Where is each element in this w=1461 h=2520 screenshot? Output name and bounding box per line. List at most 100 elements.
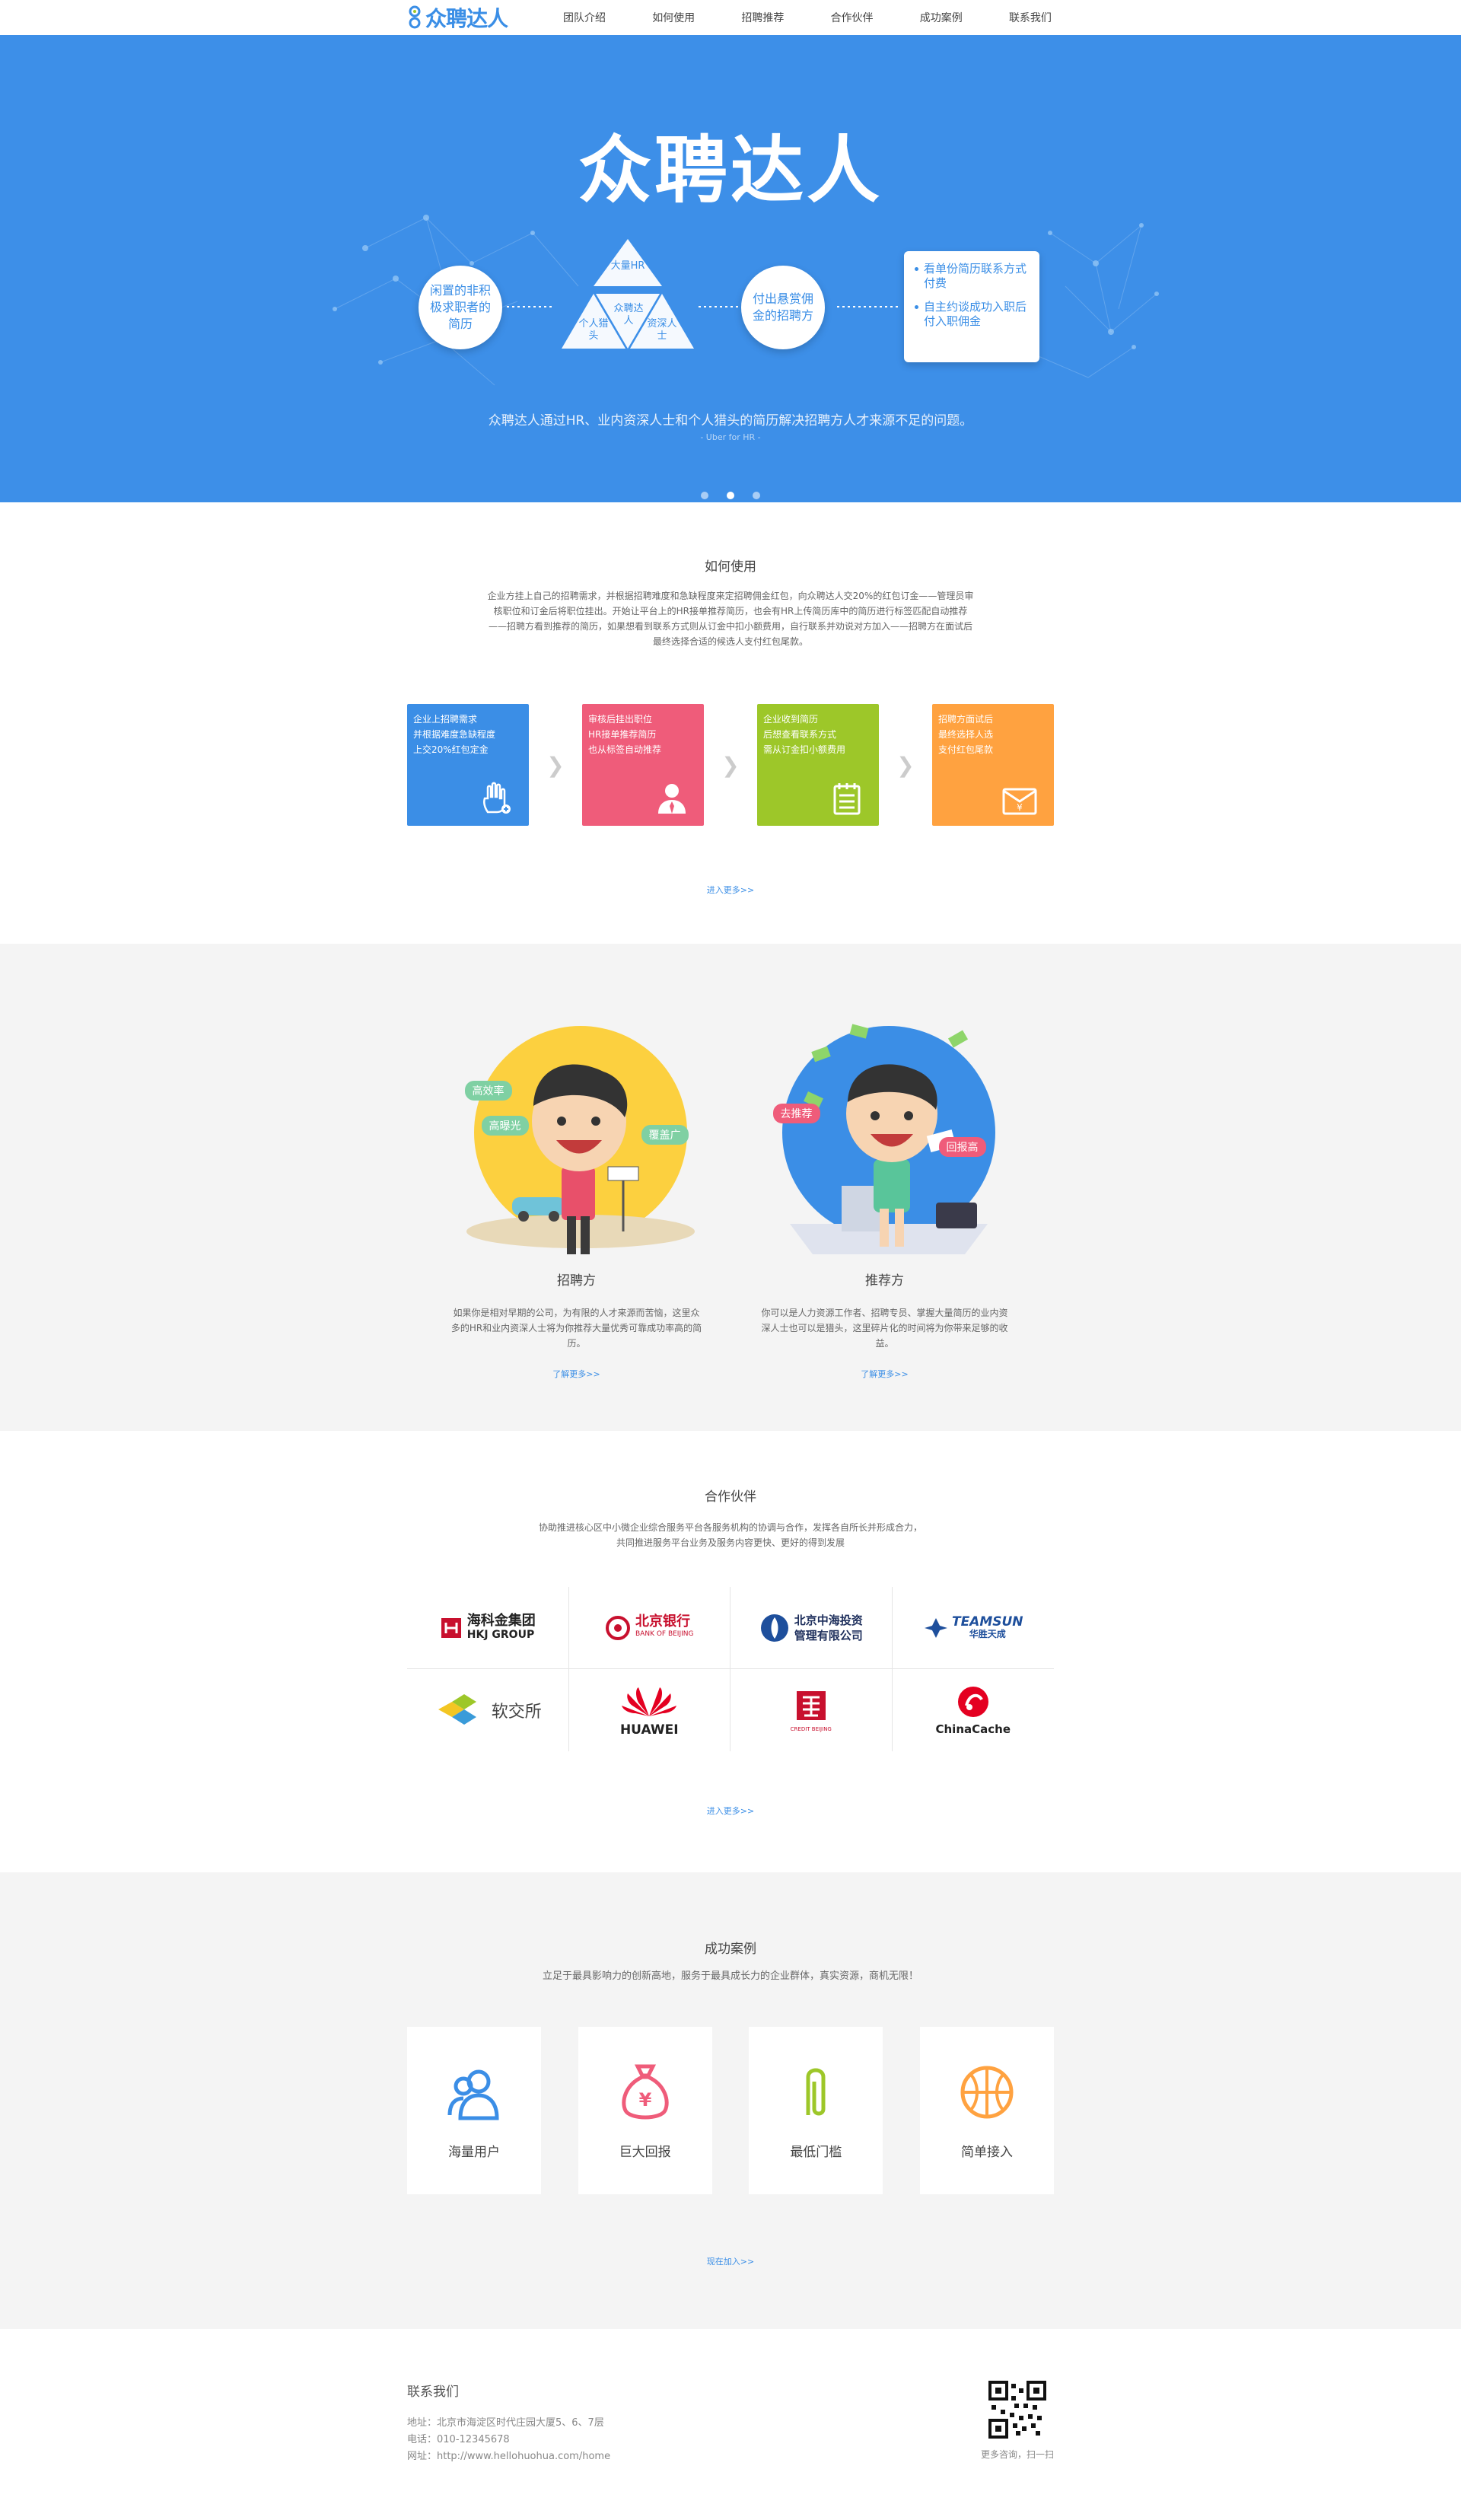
recommender-more-link[interactable]: 了解更多>>: [759, 1368, 1011, 1380]
role-employer: 高效率 高曝光 覆盖广 招聘方 如果你是相对早期的公司，为有限的人才来源而苦恼，…: [451, 1003, 702, 1380]
qr-block: 更多咨询，扫一扫: [981, 2381, 1054, 2465]
carousel-dot[interactable]: [753, 492, 760, 499]
partners-more-link[interactable]: 进入更多>>: [407, 1805, 1054, 1817]
contact-title: 联系我们: [407, 2385, 459, 2400]
partners-text: 协助推进核心区中小微企业综合服务平台各服务机构的协调与合作，发挥各自所长并形成合…: [407, 1520, 1054, 1550]
recommender-character-image: [781, 1024, 995, 1254]
partner-logo-grid: 海科金集团 HKJ GROUP 北京银行 BANK OF BEIJING 北京中…: [407, 1587, 1054, 1751]
basketball-icon: [960, 2066, 1014, 2119]
partners-text-line: 协助推进核心区中小微企业综合服务平台各服务机构的协调与合作，发挥各自所长并形成合…: [538, 1522, 922, 1533]
partner-subname: 管理有限公司: [794, 1628, 863, 1642]
chinacache-logo-icon: [957, 1687, 988, 1717]
qr-caption: 更多咨询，扫一扫: [980, 2449, 1054, 2460]
case-label: 最低门槛: [790, 2145, 842, 2160]
cases-section: 成功案例 立足于最具影响力的创新高地，服务于最具成长力的企业群体，真实资源，商机…: [0, 1872, 1461, 2329]
paperclip-icon: [806, 2068, 826, 2116]
bubble-employer: 付出悬赏佣金的招聘方: [741, 266, 825, 349]
user-icon: [658, 784, 686, 814]
step-card-4: 招聘方面试后 最终选择人选 支付红包尾款 ¥: [932, 704, 1054, 826]
cases-join-link[interactable]: 现在加入>>: [407, 2255, 1054, 2267]
step-text: 企业收到简历 后想查看联系方式 需从订金扣小额费用: [763, 714, 846, 755]
nav-item-how[interactable]: 如何使用: [652, 10, 695, 25]
how-text: 企业方挂上自己的招聘需求，并根据招聘难度和急缺程度来定招聘佣金红包，向众聘达人交…: [487, 591, 974, 647]
partner-logo-teamsun[interactable]: TEAMSUN 华胜天成: [892, 1587, 1054, 1669]
partner-logo-hkj[interactable]: 海科金集团 HKJ GROUP: [407, 1587, 569, 1669]
cases-text: 立足于最具影响力的创新高地，服务于最具成长力的企业群体，真实资源，商机无限！: [542, 1970, 918, 1982]
partners-section: 合作伙伴 协助推进核心区中小微企业综合服务平台各服务机构的协调与合作，发挥各自所…: [0, 1431, 1461, 1872]
partner-name: 北京中海投资: [794, 1613, 863, 1627]
case-grid: 海量用户 ¥ 巨大回报 最低门槛 简单接入: [407, 2027, 1054, 2194]
info-card-item: 自主约谈成功入职后付入职佣金: [915, 300, 1029, 329]
hero-banner: 众聘达人 闲置的非积极求职者的简历 大量HR 个人猎头 众聘达人 资深人士 付出…: [0, 35, 1461, 502]
role-title: 推荐方: [865, 1273, 904, 1289]
how-section: 如何使用 企业方挂上自己的招聘需求，并根据招聘难度和急缺程度来定招聘佣金红包，向…: [0, 502, 1461, 944]
case-label: 巨大回报: [619, 2145, 671, 2160]
contact-website[interactable]: 网址：http://www.hellohuohua.com/home: [407, 2448, 610, 2465]
partner-logo-credit-beijing[interactable]: CREDIT BEIJING: [730, 1669, 893, 1751]
partner-subname: CREDIT BEIJING: [790, 1726, 832, 1732]
contact-info: 联系我们 地址：北京市海淀区时代庄园大厦5、6、7层 电话：010-123456…: [407, 2381, 610, 2465]
tri-label-headhunter: 个人猎头: [578, 318, 609, 342]
nav-item-contact[interactable]: 联系我们: [1009, 10, 1052, 25]
site-logo[interactable]: 众聘达人: [407, 2, 563, 33]
partners-text-line: 共同推进服务平台业务及服务内容更快、更好的得到发展: [616, 1537, 845, 1548]
red-envelope-icon: ¥: [1002, 788, 1037, 815]
step-text: 审核后挂出职位 HR接单推荐简历 也从标签自动推荐: [588, 714, 662, 755]
huawei-logo-icon: [622, 1687, 677, 1716]
step-card-2: 审核后挂出职位 HR接单推荐简历 也从标签自动推荐: [582, 704, 704, 826]
case-label: 海量用户: [448, 2145, 500, 2160]
carousel-dot[interactable]: [701, 492, 708, 499]
nav-item-recruit[interactable]: 招聘推荐: [741, 10, 784, 25]
tri-label-center: 众聘达人: [613, 303, 644, 327]
role-text: 你可以是人力资源工作者、招聘专员、掌握大量简历的业内资深人士也可以是猎头，这里碎…: [761, 1308, 1008, 1349]
carousel-dots: [0, 492, 1461, 499]
partner-logo-huawei[interactable]: HUAWEI: [569, 1669, 730, 1751]
chevron-right-icon: ❯: [546, 752, 565, 778]
steps-row: 企业上招聘需求 并根据难度急缺程度 上交20%红包定金 ❯ 审核后挂出职位 HR…: [407, 704, 1054, 826]
partners-title: 合作伙伴: [705, 1489, 756, 1505]
partner-logo-ruanjiaosuo[interactable]: 软交所: [407, 1669, 569, 1751]
bubble-resumes: 闲置的非积极求职者的简历: [419, 266, 502, 349]
role-title: 招聘方: [557, 1273, 596, 1289]
zhonghai-logo-icon: [760, 1614, 788, 1642]
users-icon: [447, 2069, 499, 2120]
case-card-access[interactable]: 简单接入: [919, 2027, 1054, 2194]
partner-logo-bank-of-beijing[interactable]: 北京银行 BANK OF BEIJING: [568, 1587, 730, 1669]
svg-text:¥: ¥: [638, 2089, 651, 2111]
tri-label-senior: 资深人士: [647, 318, 677, 342]
tag-coverage: 覆盖广: [641, 1125, 689, 1145]
case-label: 简单接入: [960, 2145, 1013, 2160]
cases-title: 成功案例: [705, 1942, 756, 1957]
case-card-users[interactable]: 海量用户: [407, 2027, 541, 2194]
how-more-link[interactable]: 进入更多>>: [407, 884, 1054, 896]
hand-icon: [482, 782, 511, 814]
employer-more-link[interactable]: 了解更多>>: [451, 1368, 702, 1380]
nav-item-cases[interactable]: 成功案例: [920, 10, 963, 25]
step-text: 企业上招聘需求 并根据难度急缺程度 上交20%红包定金: [413, 714, 496, 755]
info-card-item: 看单份简历联系方式付费: [915, 262, 1029, 291]
contact-address: 地址：北京市海淀区时代庄园大厦5、6、7层: [407, 2417, 604, 2429]
partner-logo-zhonghai[interactable]: 北京中海投资 管理有限公司: [730, 1587, 893, 1669]
tri-label-hr: 大量HR: [610, 260, 645, 272]
carousel-dot-active[interactable]: [727, 492, 734, 499]
step-card-1: 企业上招聘需求 并根据难度急缺程度 上交20%红包定金: [407, 704, 529, 826]
chevron-right-icon: ❯: [721, 752, 740, 778]
partner-name: 软交所: [491, 1703, 542, 1722]
svg-text:¥: ¥: [1017, 802, 1023, 813]
partner-name: TEAMSUN: [951, 1614, 1023, 1630]
teamsun-logo-icon: [924, 1617, 947, 1638]
top-nav: 众聘达人 团队介绍 如何使用 招聘推荐 合作伙伴 成功案例 联系我们: [0, 0, 1461, 35]
case-card-returns[interactable]: ¥ 巨大回报: [578, 2027, 712, 2194]
notepad-icon: [833, 783, 861, 815]
tag-high-return: 回报高: [938, 1137, 986, 1157]
nav-item-partners[interactable]: 合作伙伴: [831, 10, 874, 25]
credit-beijing-logo-icon: [796, 1691, 826, 1720]
partner-name: 海科金集团: [466, 1612, 536, 1629]
partner-subname: BANK OF BEIJING: [635, 1630, 694, 1638]
nav-item-team[interactable]: 团队介绍: [563, 10, 606, 25]
hero-description: 众聘达人通过HR、业内资深人士和个人猎头的简历解决招聘方人才来源不足的问题。: [488, 413, 973, 428]
case-card-threshold[interactable]: 最低门槛: [749, 2027, 883, 2194]
hero-title: 众聘达人: [578, 128, 883, 213]
partner-name: HUAWEI: [619, 1722, 679, 1738]
partner-logo-chinacache[interactable]: ChinaCache: [893, 1669, 1055, 1751]
